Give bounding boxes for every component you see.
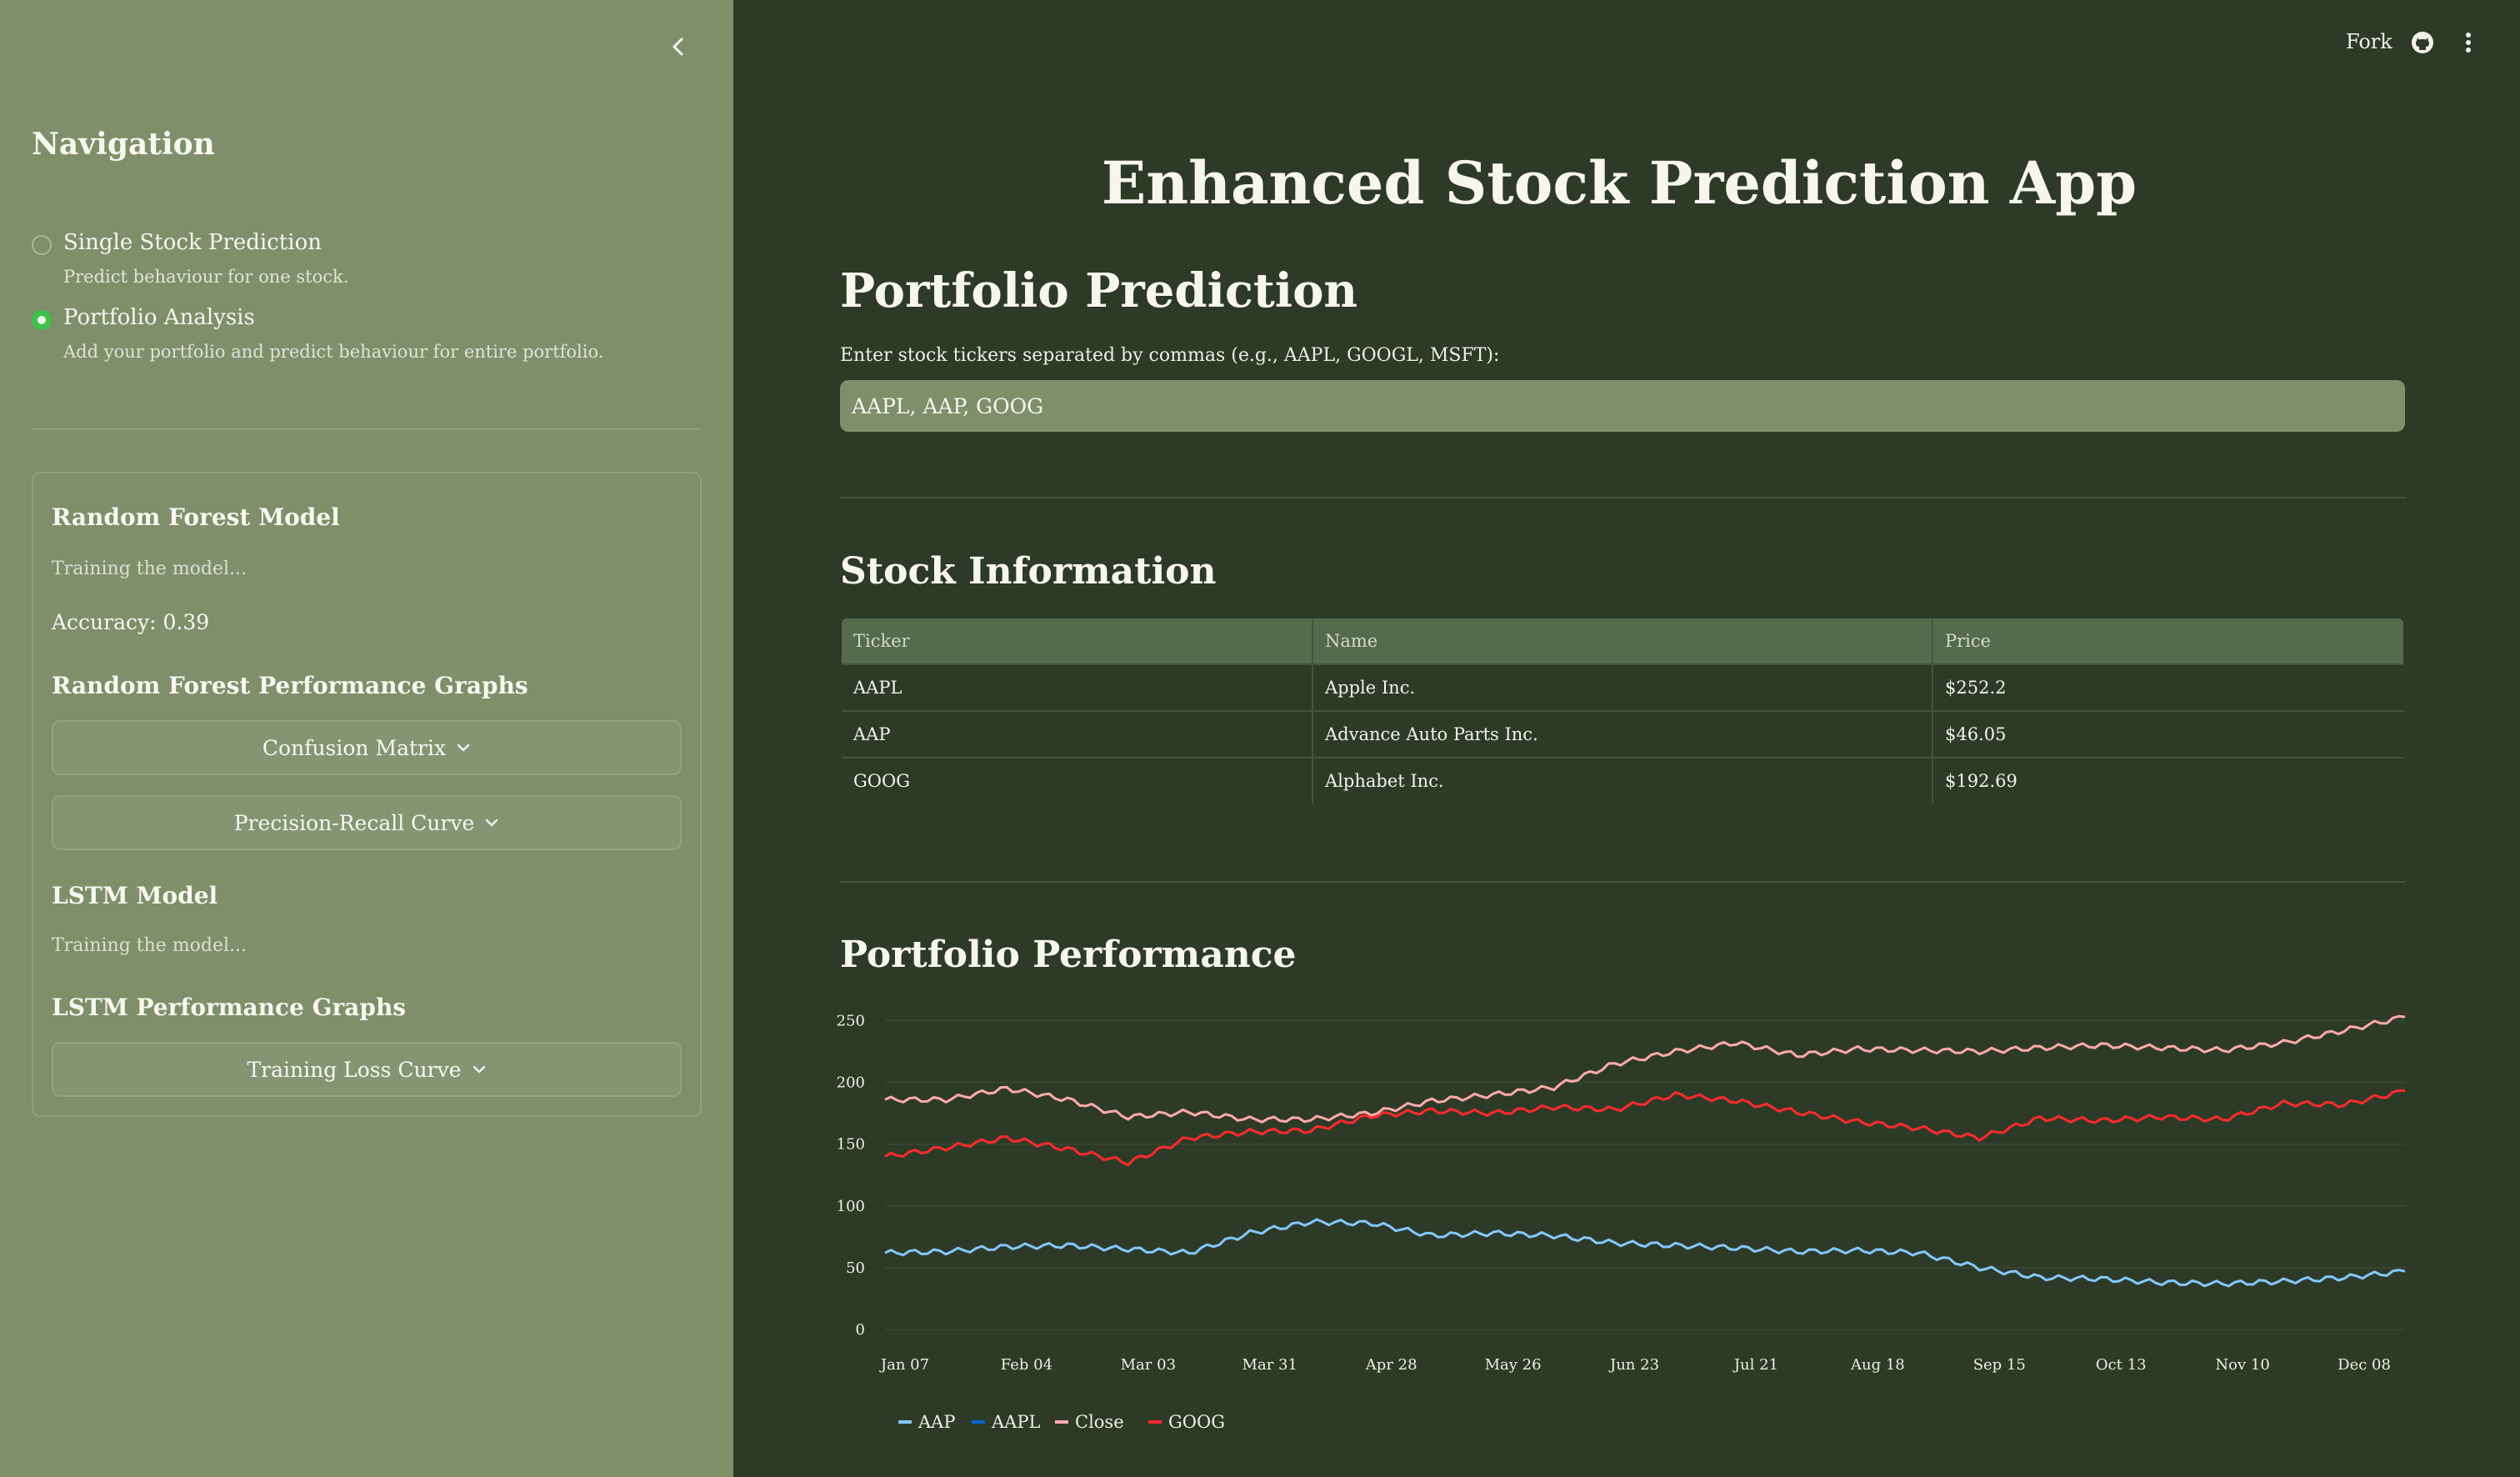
chevron-down-icon: [484, 818, 499, 828]
x-tick-label: Oct 13: [2096, 1356, 2147, 1374]
x-tick-label: Mar 31: [1242, 1356, 1298, 1374]
x-tick-label: Feb 04: [1001, 1356, 1052, 1374]
x-tick-label: Jun 23: [1608, 1356, 1659, 1374]
x-tick-label: Sep 15: [1973, 1356, 2026, 1374]
cell-name: Advance Auto Parts Inc.: [1312, 710, 1933, 758]
cell-ticker: GOOG: [842, 757, 1313, 804]
radio-button-selected[interactable]: [32, 310, 52, 330]
x-tick-label: May 26: [1485, 1356, 1542, 1374]
section-divider: [840, 881, 2405, 883]
series-line-aap: [884, 1218, 2406, 1288]
y-tick-label: 100: [837, 1198, 865, 1215]
lstm-status: Training the model...: [52, 935, 248, 956]
section-divider: [840, 497, 2405, 498]
stock-information-heading: Stock Information: [840, 550, 1217, 593]
navigation-title: Navigation: [32, 127, 215, 162]
x-tick-label: Apr 28: [1365, 1356, 1418, 1374]
cell-price: $192.69: [1932, 757, 2403, 804]
nav-option-caption: Predict behaviour for one stock.: [63, 267, 349, 287]
legend-label: Close: [1075, 1412, 1124, 1432]
y-tick-label: 50: [846, 1259, 865, 1277]
y-tick-label: 0: [856, 1321, 865, 1339]
legend-label: GOOG: [1168, 1412, 1225, 1432]
sidebar-divider: [32, 428, 700, 430]
ticker-input[interactable]: [840, 380, 2405, 432]
expander-label: Confusion Matrix: [262, 735, 447, 760]
legend-label: AAP: [918, 1412, 955, 1432]
more-vertical-icon[interactable]: [2460, 28, 2477, 57]
stock-info-table: Ticker Name Price AAPL Apple Inc. $252.2…: [840, 617, 2405, 805]
rf-graphs-title: Random Forest Performance Graphs: [52, 672, 528, 699]
x-tick-label: Jan 07: [879, 1356, 929, 1374]
series-line-close: [884, 1014, 2406, 1124]
table-row: GOOG Alphabet Inc. $192.69: [842, 757, 2403, 804]
cell-name: Apple Inc.: [1312, 663, 1933, 711]
github-icon[interactable]: [2410, 30, 2435, 55]
table-row: AAP Advance Auto Parts Inc. $46.05: [842, 710, 2403, 758]
lstm-graphs-title: LSTM Performance Graphs: [52, 994, 407, 1021]
rf-accuracy: Accuracy: 0.39: [52, 610, 210, 634]
cell-ticker: AAPL: [842, 663, 1313, 711]
cell-ticker: AAP: [842, 710, 1313, 758]
cell-price: $252.2: [1932, 663, 2403, 711]
x-tick-label: Mar 03: [1121, 1356, 1176, 1374]
expander-label: Training Loss Curve: [247, 1057, 462, 1082]
cell-price: $46.05: [1932, 710, 2403, 758]
lstm-model-title: LSTM Model: [52, 882, 218, 909]
portfolio-performance-chart[interactable]: 0 50 100 150 200 250 Jan 07 Feb 04 Mar 03 Mar 31 A…: [825, 996, 2417, 1446]
rf-model-title: Random Forest Model: [52, 503, 340, 531]
nav-option-single-stock[interactable]: Single Stock Prediction Predict behaviou…: [32, 230, 348, 287]
x-tick-label: Dec 08: [2338, 1356, 2391, 1374]
table-row: AAPL Apple Inc. $252.2: [842, 663, 2403, 711]
y-tick-label: 150: [837, 1136, 865, 1154]
x-tick-label: Nov 10: [2215, 1356, 2269, 1374]
precision-recall-expander[interactable]: Precision-Recall Curve: [52, 795, 682, 850]
rf-status: Training the model...: [52, 558, 248, 579]
cell-name: Alphabet Inc.: [1312, 757, 1933, 804]
table-header-row: Ticker Name Price: [842, 618, 2403, 664]
x-tick-label: Aug 18: [1850, 1356, 1905, 1374]
chevron-left-icon: [670, 37, 687, 60]
nav-option-label: Portfolio Analysis: [63, 305, 255, 330]
fork-link[interactable]: Fork: [2346, 30, 2392, 53]
column-header-price[interactable]: Price: [1932, 618, 2403, 664]
column-header-name[interactable]: Name: [1312, 618, 1933, 664]
y-tick-label: 200: [837, 1074, 865, 1092]
expander-label: Precision-Recall Curve: [233, 810, 475, 835]
ticker-input-label: Enter stock tickers separated by commas …: [840, 345, 1500, 366]
confusion-matrix-expander[interactable]: Confusion Matrix: [52, 720, 682, 775]
nav-option-portfolio-analysis[interactable]: Portfolio Analysis Add your portfolio an…: [32, 305, 603, 362]
y-tick-label: 250: [837, 1012, 865, 1029]
portfolio-performance-heading: Portfolio Performance: [840, 934, 1297, 976]
column-header-ticker[interactable]: Ticker: [842, 618, 1313, 664]
series-line-goog: [884, 1089, 2406, 1167]
radio-button[interactable]: [32, 235, 52, 255]
portfolio-prediction-heading: Portfolio Prediction: [840, 263, 1358, 318]
nav-option-caption: Add your portfolio and predict behaviour…: [63, 342, 604, 362]
sidebar: Navigation Single Stock Prediction Predi…: [0, 0, 733, 1477]
x-tick-label: Jul 21: [1732, 1356, 1778, 1374]
chevron-down-icon: [472, 1064, 487, 1074]
legend-label: AAPL: [991, 1412, 1040, 1432]
training-loss-expander[interactable]: Training Loss Curve: [52, 1042, 682, 1097]
chevron-down-icon: [456, 743, 471, 753]
nav-option-label: Single Stock Prediction: [63, 230, 322, 255]
app-title: Enhanced Stock Prediction App: [1101, 148, 2138, 218]
collapse-sidebar-button[interactable]: [663, 33, 693, 63]
